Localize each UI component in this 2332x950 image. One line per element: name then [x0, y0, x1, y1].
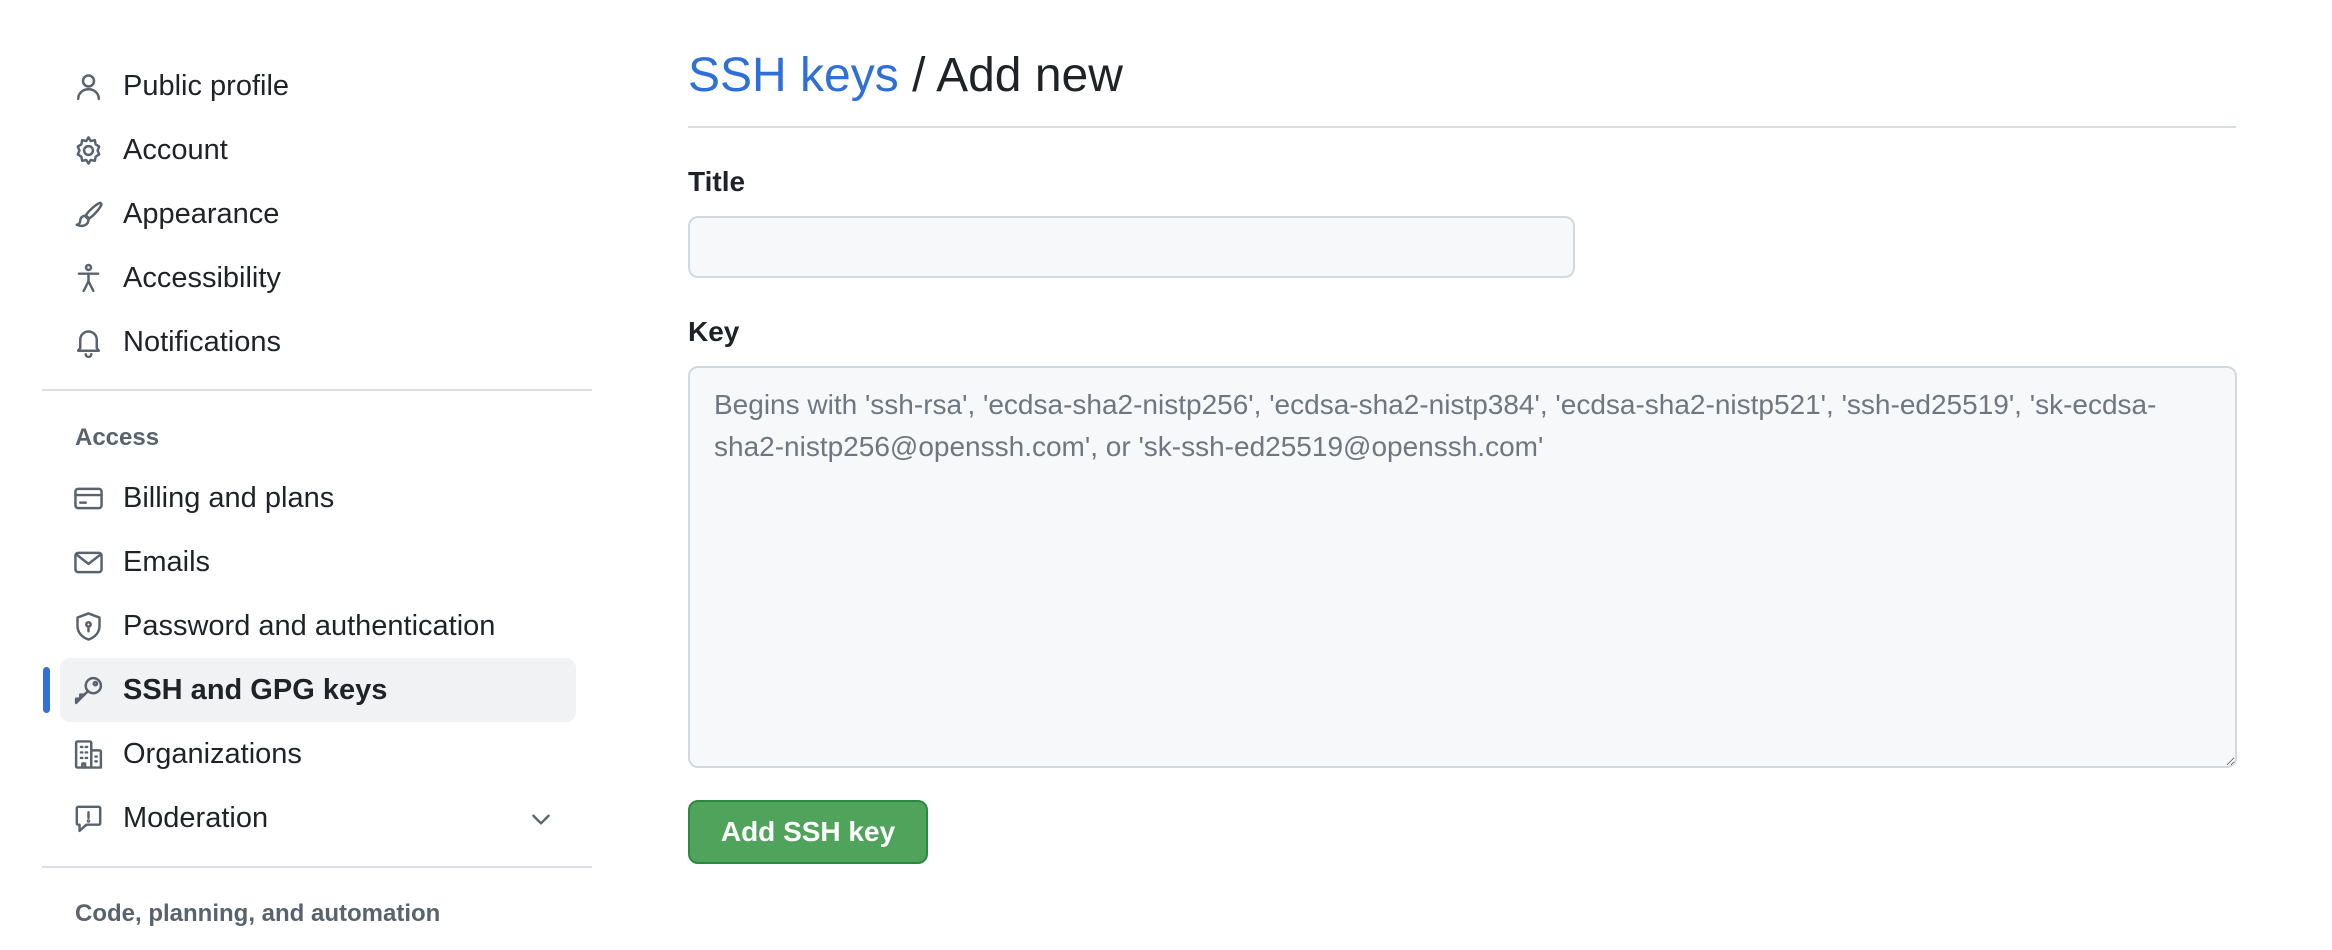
settings-sidebar: Public profile Account Appearance Access…	[0, 0, 600, 950]
sidebar-item-label: Emails	[123, 546, 211, 578]
title-divider	[688, 126, 2236, 128]
paintbrush-icon	[72, 198, 105, 231]
sidebar-item-account[interactable]: Account	[60, 118, 576, 182]
title-input[interactable]	[688, 216, 1575, 278]
sidebar-item-label: Accessibility	[123, 262, 281, 294]
main-content: SSH keys / Add new Title Key Add SSH key	[688, 0, 2248, 950]
sidebar-item-label: Public profile	[123, 70, 290, 102]
bell-icon	[72, 326, 105, 359]
mail-icon	[72, 546, 105, 579]
accessibility-icon	[72, 262, 105, 295]
sidebar-item-accessibility[interactable]: Accessibility	[60, 246, 576, 310]
sidebar-item-notifications[interactable]: Notifications	[60, 310, 576, 374]
sidebar-item-emails[interactable]: Emails	[60, 530, 576, 594]
sidebar-item-label: Appearance	[123, 198, 280, 230]
sidebar-divider	[42, 389, 592, 391]
sidebar-item-label: Moderation	[123, 802, 269, 834]
sidebar-divider	[42, 866, 592, 868]
key-field-label: Key	[688, 316, 740, 347]
sidebar-item-label: Password and authentication	[123, 610, 496, 642]
key-textarea[interactable]	[688, 366, 2237, 768]
sidebar-item-organizations[interactable]: Organizations	[60, 722, 576, 786]
person-icon	[72, 70, 105, 103]
sidebar-item-moderation[interactable]: Moderation	[60, 786, 576, 850]
gear-icon	[72, 134, 105, 167]
shield-lock-icon	[72, 610, 105, 643]
sidebar-item-public-profile[interactable]: Public profile	[60, 54, 576, 118]
breadcrumb-ssh-keys-link[interactable]: SSH keys	[688, 49, 899, 102]
sidebar-item-label: Billing and plans	[123, 482, 335, 514]
sidebar-item-ssh-gpg-keys[interactable]: SSH and GPG keys	[43, 658, 576, 722]
sidebar-item-label: Organizations	[123, 738, 302, 770]
sidebar-item-label: Notifications	[123, 326, 281, 358]
key-icon	[72, 674, 105, 707]
sidebar-item-label: Account	[123, 134, 228, 166]
page-title: SSH keys / Add new	[688, 40, 1123, 112]
sidebar-item-billing[interactable]: Billing and plans	[60, 466, 576, 530]
sidebar-section-heading-access: Access	[75, 424, 160, 451]
add-ssh-key-button[interactable]: Add SSH key	[688, 800, 928, 864]
chevron-down-icon[interactable]	[528, 806, 554, 832]
title-field-label: Title	[688, 166, 746, 197]
sidebar-item-password-authentication[interactable]: Password and authentication	[60, 594, 576, 658]
sidebar-item-label: SSH and GPG keys	[123, 674, 388, 706]
credit-card-icon	[72, 482, 105, 515]
sidebar-section-heading-code: Code, planning, and automation	[75, 900, 441, 927]
selected-indicator	[43, 667, 50, 713]
report-icon	[72, 802, 105, 835]
sidebar-item-appearance[interactable]: Appearance	[60, 182, 576, 246]
page-title-suffix: / Add new	[898, 49, 1123, 102]
organization-icon	[72, 738, 105, 771]
